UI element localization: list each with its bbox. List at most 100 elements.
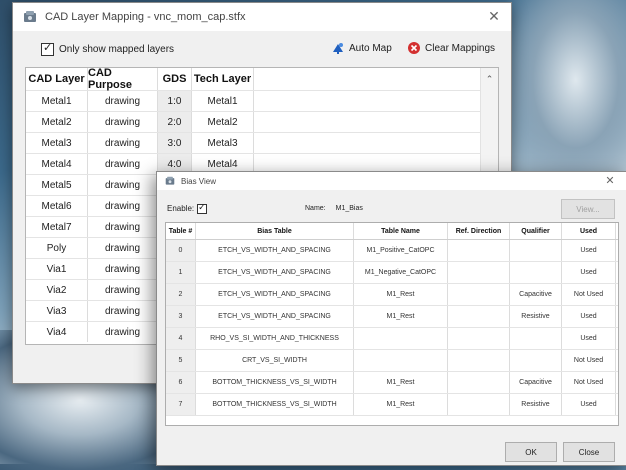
- cad-layer-cell[interactable]: Via1: [26, 259, 88, 279]
- column-cad-purpose[interactable]: CAD Purpose: [88, 68, 158, 91]
- close-icon[interactable]: ✕: [601, 174, 619, 187]
- table-row[interactable]: Metal2 drawing 2:0 Metal2: [26, 111, 498, 132]
- close-button[interactable]: Close: [563, 442, 615, 462]
- enable-checkbox[interactable]: [197, 202, 208, 214]
- table-name-cell[interactable]: M1_Rest: [354, 284, 448, 305]
- gds-cell[interactable]: 2:0: [158, 112, 192, 132]
- cad-purpose-cell[interactable]: drawing: [88, 196, 158, 216]
- gds-cell[interactable]: 3:0: [158, 133, 192, 153]
- only-mapped-checkbox-row[interactable]: Only show mapped layers: [41, 41, 174, 56]
- cad-window-titlebar[interactable]: CAD Layer Mapping - vnc_mom_cap.stfx ✕: [13, 3, 511, 31]
- bias-table-cell[interactable]: BOTTOM_THICKNESS_VS_SI_WIDTH: [196, 394, 354, 415]
- table-row[interactable]: Metal1 drawing 1:0 Metal1: [26, 90, 498, 111]
- qualifier-cell[interactable]: [510, 328, 562, 349]
- used-cell[interactable]: Used: [562, 306, 616, 327]
- table-row[interactable]: 7 BOTTOM_THICKNESS_VS_SI_WIDTH M1_Rest Resi…: [166, 394, 618, 416]
- only-mapped-checkbox[interactable]: [41, 41, 54, 56]
- qualifier-cell[interactable]: Capacitive: [510, 284, 562, 305]
- cad-layer-cell[interactable]: Metal7: [26, 217, 88, 237]
- table-row[interactable]: 2 ETCH_VS_WIDTH_AND_SPACING M1_Rest Capacit…: [166, 284, 618, 306]
- table-row[interactable]: 3 ETCH_VS_WIDTH_AND_SPACING M1_Rest Resisti…: [166, 306, 618, 328]
- qualifier-cell[interactable]: Capacitive: [510, 372, 562, 393]
- table-row[interactable]: Metal3 drawing 3:0 Metal3: [26, 132, 498, 153]
- clear-mappings-button[interactable]: Clear Mappings: [407, 41, 495, 55]
- cad-layer-cell[interactable]: Metal4: [26, 154, 88, 174]
- cad-layer-cell[interactable]: Metal6: [26, 196, 88, 216]
- cad-purpose-cell[interactable]: drawing: [88, 112, 158, 132]
- ref-direction-cell[interactable]: [448, 328, 510, 349]
- column-table-number[interactable]: Table #: [166, 223, 196, 239]
- column-gds[interactable]: GDS: [158, 68, 192, 90]
- table-name-cell[interactable]: M1_Rest: [354, 306, 448, 327]
- cad-purpose-cell[interactable]: drawing: [88, 238, 158, 258]
- gds-cell[interactable]: 1:0: [158, 91, 192, 111]
- ref-direction-cell[interactable]: [448, 284, 510, 305]
- qualifier-cell[interactable]: Resistive: [510, 306, 562, 327]
- used-cell[interactable]: Used: [562, 394, 616, 415]
- auto-map-button[interactable]: Auto Map: [331, 41, 392, 55]
- cad-layer-cell[interactable]: Metal3: [26, 133, 88, 153]
- bias-table-cell[interactable]: ETCH_VS_WIDTH_AND_SPACING: [196, 284, 354, 305]
- ref-direction-cell[interactable]: [448, 240, 510, 261]
- table-row[interactable]: 0 ETCH_VS_WIDTH_AND_SPACING M1_Positive_Ca…: [166, 240, 618, 262]
- used-cell[interactable]: Not Used: [562, 284, 616, 305]
- ref-direction-cell[interactable]: [448, 394, 510, 415]
- used-cell[interactable]: Not Used: [562, 372, 616, 393]
- table-row[interactable]: 6 BOTTOM_THICKNESS_VS_SI_WIDTH M1_Rest Capa…: [166, 372, 618, 394]
- table-row[interactable]: 1 ETCH_VS_WIDTH_AND_SPACING M1_Negative_Ca…: [166, 262, 618, 284]
- close-icon[interactable]: ✕: [485, 8, 503, 25]
- column-qualifier[interactable]: Qualifier: [510, 223, 562, 239]
- column-cad-layer[interactable]: CAD Layer: [26, 68, 88, 90]
- ref-direction-cell[interactable]: [448, 350, 510, 371]
- tech-layer-cell[interactable]: Metal3: [192, 133, 254, 153]
- scroll-up-icon[interactable]: ⌃: [481, 74, 498, 85]
- qualifier-cell[interactable]: [510, 350, 562, 371]
- qualifier-cell[interactable]: [510, 262, 562, 283]
- ref-direction-cell[interactable]: [448, 372, 510, 393]
- cad-layer-cell[interactable]: Metal1: [26, 91, 88, 111]
- cad-purpose-cell[interactable]: drawing: [88, 259, 158, 279]
- cad-layer-cell[interactable]: Poly: [26, 238, 88, 258]
- table-row[interactable]: 4 RHO_VS_SI_WIDTH_AND_THICKNESS Used: [166, 328, 618, 350]
- table-name-cell[interactable]: M1_Rest: [354, 372, 448, 393]
- used-cell[interactable]: Not Used: [562, 350, 616, 371]
- cad-purpose-cell[interactable]: drawing: [88, 133, 158, 153]
- column-tech-layer[interactable]: Tech Layer: [192, 68, 254, 90]
- column-ref-direction[interactable]: Ref. Direction: [448, 223, 510, 239]
- qualifier-cell[interactable]: Resistive: [510, 394, 562, 415]
- enable-row[interactable]: Enable:: [167, 202, 208, 214]
- bias-window-titlebar[interactable]: Bias View ✕: [157, 172, 626, 190]
- cad-layer-cell[interactable]: Via3: [26, 301, 88, 321]
- view-button[interactable]: View...: [561, 199, 615, 219]
- tech-layer-cell[interactable]: Metal2: [192, 112, 254, 132]
- bias-table-cell[interactable]: CRT_VS_SI_WIDTH: [196, 350, 354, 371]
- cad-purpose-cell[interactable]: drawing: [88, 175, 158, 195]
- used-cell[interactable]: Used: [562, 262, 616, 283]
- bias-table-cell[interactable]: ETCH_VS_WIDTH_AND_SPACING: [196, 306, 354, 327]
- table-row[interactable]: 5 CRT_VS_SI_WIDTH Not Used: [166, 350, 618, 372]
- bias-table-cell[interactable]: ETCH_VS_WIDTH_AND_SPACING: [196, 262, 354, 283]
- qualifier-cell[interactable]: [510, 240, 562, 261]
- bias-table-cell[interactable]: BOTTOM_THICKNESS_VS_SI_WIDTH: [196, 372, 354, 393]
- cad-layer-cell[interactable]: Via4: [26, 322, 88, 342]
- table-name-cell[interactable]: M1_Rest: [354, 394, 448, 415]
- cad-purpose-cell[interactable]: drawing: [88, 154, 158, 174]
- table-name-cell[interactable]: M1_Negative_CatOPC: [354, 262, 448, 283]
- cad-purpose-cell[interactable]: drawing: [88, 91, 158, 111]
- cad-purpose-cell[interactable]: drawing: [88, 322, 158, 342]
- ref-direction-cell[interactable]: [448, 306, 510, 327]
- cad-purpose-cell[interactable]: drawing: [88, 217, 158, 237]
- table-name-cell[interactable]: [354, 350, 448, 371]
- used-cell[interactable]: Used: [562, 240, 616, 261]
- used-cell[interactable]: Used: [562, 328, 616, 349]
- bias-table-cell[interactable]: ETCH_VS_WIDTH_AND_SPACING: [196, 240, 354, 261]
- bias-table-cell[interactable]: RHO_VS_SI_WIDTH_AND_THICKNESS: [196, 328, 354, 349]
- column-bias-table[interactable]: Bias Table: [196, 223, 354, 239]
- cad-purpose-cell[interactable]: drawing: [88, 280, 158, 300]
- cad-layer-cell[interactable]: Metal5: [26, 175, 88, 195]
- cad-layer-cell[interactable]: Metal2: [26, 112, 88, 132]
- cad-layer-cell[interactable]: Via2: [26, 280, 88, 300]
- column-table-name[interactable]: Table Name: [354, 223, 448, 239]
- table-name-cell[interactable]: M1_Positive_CatOPC: [354, 240, 448, 261]
- ok-button[interactable]: OK: [505, 442, 557, 462]
